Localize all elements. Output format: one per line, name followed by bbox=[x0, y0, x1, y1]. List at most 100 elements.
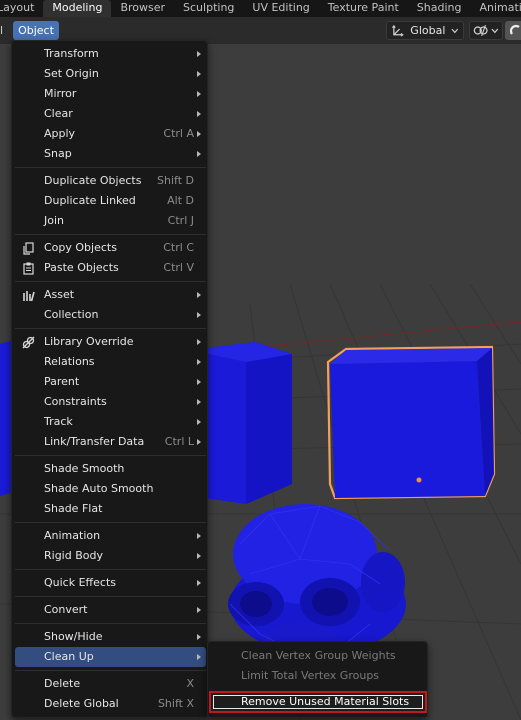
menu-separator bbox=[15, 623, 206, 624]
tab-shading[interactable]: Shading bbox=[408, 0, 471, 17]
copy-icon bbox=[21, 241, 35, 255]
menu-item-library-override[interactable]: Library Override bbox=[15, 332, 206, 352]
pivot-point-dropdown[interactable] bbox=[469, 21, 503, 40]
submenu-arrow-icon bbox=[197, 553, 201, 559]
submenu-arrow-icon bbox=[197, 379, 201, 385]
menu-item-label: Rigid Body bbox=[44, 549, 103, 562]
menu-item-mirror[interactable]: Mirror bbox=[15, 84, 206, 104]
shortcut-label: Shift D bbox=[157, 174, 194, 187]
paste-icon bbox=[21, 261, 35, 275]
menu-item-apply[interactable]: Apply Ctrl A bbox=[15, 124, 206, 144]
submenu-item-clean-vertex-group-weights: Clean Vertex Group Weights bbox=[211, 646, 426, 666]
menu-item-constraints[interactable]: Constraints bbox=[15, 392, 206, 412]
shortcut-label: Ctrl L bbox=[164, 435, 194, 448]
menu-item-set-origin[interactable]: Set Origin bbox=[15, 64, 206, 84]
submenu-arrow-icon bbox=[197, 51, 201, 57]
tab-sculpting[interactable]: Sculpting bbox=[174, 0, 243, 17]
submenu-item-label: Clean Vertex Group Weights bbox=[241, 649, 396, 662]
shortcut-label: Ctrl C bbox=[163, 241, 194, 254]
orientation-axes-icon bbox=[392, 24, 404, 37]
pivot-link-icon bbox=[473, 25, 488, 36]
object-menu-button[interactable]: Object bbox=[13, 21, 59, 40]
submenu-arrow-icon bbox=[197, 359, 201, 365]
tab-texture-paint[interactable]: Texture Paint bbox=[319, 0, 408, 17]
menu-item-delete-global[interactable]: Delete Global Shift X bbox=[15, 694, 206, 714]
menu-item-rigid-body[interactable]: Rigid Body bbox=[15, 546, 206, 566]
menu-item-duplicate-objects[interactable]: Duplicate Objects Shift D bbox=[15, 171, 206, 191]
submenu-item-label: Limit Total Vertex Groups bbox=[241, 669, 380, 682]
menu-item-animation[interactable]: Animation bbox=[15, 526, 206, 546]
menu-item-delete[interactable]: Delete X bbox=[15, 674, 206, 694]
menu-item-link-transfer-data[interactable]: Link/Transfer Data Ctrl L bbox=[15, 432, 206, 452]
submenu-arrow-icon bbox=[197, 580, 201, 586]
menu-item-transform[interactable]: Transform bbox=[15, 44, 206, 64]
submenu-item-limit-total-vertex-groups: Limit Total Vertex Groups bbox=[211, 666, 426, 686]
menu-item-label: Paste Objects bbox=[44, 261, 119, 274]
menu-item-label: Mirror bbox=[44, 87, 77, 100]
tab-browser[interactable]: Browser bbox=[111, 0, 174, 17]
menu-item-show-hide[interactable]: Show/Hide bbox=[15, 627, 206, 647]
menu-item-shade-smooth[interactable]: Shade Smooth bbox=[15, 459, 206, 479]
menu-item-label: Collection bbox=[44, 308, 99, 321]
menu-item-label: Shade Smooth bbox=[44, 462, 125, 475]
menu-item-paste-objects[interactable]: Paste Objects Ctrl V bbox=[15, 258, 206, 278]
submenu-arrow-icon bbox=[197, 607, 201, 613]
submenu-item-label: Remove Unused Material Slots bbox=[241, 695, 410, 708]
menu-item-label: Constraints bbox=[44, 395, 107, 408]
submenu-arrow-icon bbox=[197, 419, 201, 425]
orientation-label: Global bbox=[410, 24, 446, 37]
tab-modeling[interactable]: Modeling bbox=[43, 0, 112, 17]
submenu-arrow-icon bbox=[197, 654, 201, 660]
menu-item-snap[interactable]: Snap bbox=[15, 144, 206, 164]
submenu-arrow-icon bbox=[197, 634, 201, 640]
submenu-arrow-icon bbox=[197, 71, 201, 77]
menu-item-asset[interactable]: Asset bbox=[15, 285, 206, 305]
snap-magnet-toggle[interactable] bbox=[505, 21, 521, 40]
submenu-arrow-icon bbox=[197, 91, 201, 97]
add-menu-stub[interactable]: l bbox=[0, 21, 9, 40]
cube-selected[interactable] bbox=[326, 345, 496, 500]
menu-item-track[interactable]: Track bbox=[15, 412, 206, 432]
menu-item-duplicate-linked[interactable]: Duplicate Linked Alt D bbox=[15, 191, 206, 211]
menu-item-label: Convert bbox=[44, 603, 88, 616]
menu-item-label: Relations bbox=[44, 355, 95, 368]
menu-item-label: Link/Transfer Data bbox=[44, 435, 145, 448]
clean-up-submenu: Clean Vertex Group Weights Limit Total V… bbox=[207, 641, 428, 718]
menu-item-parent[interactable]: Parent bbox=[15, 372, 206, 392]
menu-separator bbox=[15, 281, 206, 282]
menu-item-copy-objects[interactable]: Copy Objects Ctrl C bbox=[15, 238, 206, 258]
tab-animation[interactable]: Animati bbox=[470, 0, 521, 17]
menu-item-relations[interactable]: Relations bbox=[15, 352, 206, 372]
menu-separator bbox=[15, 522, 206, 523]
submenu-arrow-icon bbox=[197, 339, 201, 345]
submenu-arrow-icon bbox=[197, 151, 201, 157]
menu-separator bbox=[15, 234, 206, 235]
submenu-item-remove-unused-material-slots[interactable]: Remove Unused Material Slots bbox=[209, 691, 427, 713]
menu-item-label: Parent bbox=[44, 375, 80, 388]
menu-item-join[interactable]: Join Ctrl J bbox=[15, 211, 206, 231]
menu-item-clear[interactable]: Clear bbox=[15, 104, 206, 124]
shortcut-label: Ctrl J bbox=[167, 214, 194, 227]
menu-item-quick-effects[interactable]: Quick Effects bbox=[15, 573, 206, 593]
chevron-down-icon bbox=[451, 28, 459, 33]
menu-item-label: Shade Auto Smooth bbox=[44, 482, 154, 495]
menu-item-collection[interactable]: Collection bbox=[15, 305, 206, 325]
shortcut-label: Shift X bbox=[157, 697, 194, 710]
tab-uv-editing[interactable]: UV Editing bbox=[243, 0, 318, 17]
menu-item-clean-up[interactable]: Clean Up bbox=[15, 647, 206, 667]
menu-item-label: Duplicate Objects bbox=[44, 174, 142, 187]
menu-item-convert[interactable]: Convert bbox=[15, 600, 206, 620]
submenu-arrow-icon bbox=[197, 399, 201, 405]
tab-layout[interactable]: Layout bbox=[0, 0, 43, 17]
transform-orientation-dropdown[interactable]: Global bbox=[386, 21, 464, 40]
workspace-tabs-bar: Layout Modeling Browser Sculpting UV Edi… bbox=[0, 0, 521, 17]
magnet-icon bbox=[509, 24, 520, 35]
object-menu-popup: Transform Set Origin Mirror Clear Apply … bbox=[11, 40, 208, 718]
menu-item-label: Shade Flat bbox=[44, 502, 103, 515]
menu-item-shade-auto-smooth[interactable]: Shade Auto Smooth bbox=[15, 479, 206, 499]
menu-item-shade-flat[interactable]: Shade Flat bbox=[15, 499, 206, 519]
menu-item-label: Track bbox=[44, 415, 73, 428]
submenu-arrow-icon bbox=[197, 292, 201, 298]
submenu-arrow-icon bbox=[197, 131, 201, 137]
menu-item-label: Set Origin bbox=[44, 67, 99, 80]
